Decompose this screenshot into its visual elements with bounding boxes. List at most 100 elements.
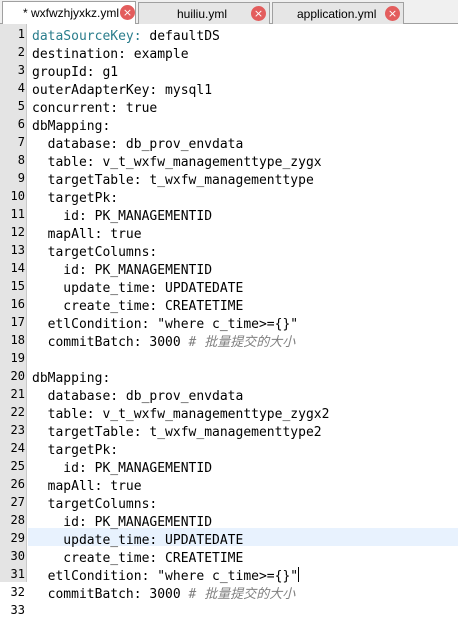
yaml-key: targetColumns: — [32, 245, 158, 260]
code-line: targetColumns: — [32, 493, 158, 512]
line-number: 14 — [10, 261, 25, 275]
line-number: 9 — [17, 171, 25, 185]
line-number: 17 — [10, 315, 25, 329]
line-number: 32 — [10, 585, 25, 599]
yaml-key: commitBatch: — [32, 335, 142, 350]
yaml-key: id: — [32, 515, 87, 530]
yaml-key: mapAll: — [32, 227, 103, 242]
yaml-key: destination: — [32, 47, 126, 62]
line-number: 10 — [10, 189, 25, 203]
close-icon[interactable]: × — [120, 5, 135, 20]
line-number: 22 — [10, 405, 25, 419]
line-number: 29 — [10, 531, 25, 545]
yaml-key: table: — [32, 407, 95, 422]
code-line: targetPk: — [32, 187, 118, 206]
code-line: mapAll: true — [32, 475, 142, 494]
yaml-key: targetTable: — [32, 425, 142, 440]
yaml-value: t_wxfw_managementtype — [141, 173, 314, 188]
code-line: destination: example — [32, 43, 189, 62]
yaml-value: 3000 — [141, 335, 189, 350]
yaml-key: groupId: — [32, 65, 95, 80]
yaml-key: dbMapping: — [32, 371, 111, 386]
line-number: 28 — [10, 513, 25, 527]
code-line: id: PK_MANAGEMENTID — [32, 457, 213, 476]
line-number: 31 — [10, 567, 25, 581]
code-line: commitBatch: 3000 # 批量提交的大小 — [32, 583, 296, 602]
yaml-value: true — [102, 227, 142, 242]
yaml-value: "where c_time>={}" — [149, 317, 299, 332]
line-number: 23 — [10, 423, 25, 437]
code-line: create_time: CREATETIME — [32, 547, 243, 566]
yaml-key: mapAll: — [32, 479, 103, 494]
line-number: 12 — [10, 225, 25, 239]
yaml-value: PK_MANAGEMENTID — [86, 263, 213, 278]
yaml-value: UPDATEDATE — [157, 533, 244, 548]
line-number: 15 — [10, 279, 25, 293]
tab-label: huiliu.yml — [177, 7, 228, 21]
code-line: dbMapping: — [32, 367, 111, 386]
yaml-value: g1 — [94, 65, 119, 80]
code-line: targetColumns: — [32, 241, 158, 260]
yaml-key: outerAdapterKey: — [32, 83, 158, 98]
tab-application[interactable]: application.yml × — [272, 2, 404, 24]
line-number: 33 — [10, 603, 25, 617]
line-number: 24 — [10, 441, 25, 455]
yaml-value: CREATETIME — [157, 299, 244, 314]
code-line: table: v_t_wxfw_managementtype_zygx2 — [32, 403, 330, 422]
yaml-key: targetTable: — [32, 173, 142, 188]
line-number: 13 — [10, 243, 25, 257]
yaml-key: id: — [32, 209, 87, 224]
line-number: 18 — [10, 333, 25, 347]
line-number: 7 — [17, 135, 25, 149]
yaml-key: table: — [32, 155, 95, 170]
yaml-value: example — [125, 47, 189, 62]
yaml-key: update_time: — [32, 281, 158, 296]
close-icon[interactable]: × — [385, 6, 400, 21]
line-number: 25 — [10, 459, 25, 473]
code-line: etlCondition: "where c_time>={}" — [32, 565, 300, 584]
yaml-value: PK_MANAGEMENTID — [86, 209, 213, 224]
yaml-key: id: — [32, 461, 87, 476]
yaml-key: etlCondition: — [32, 317, 150, 332]
code-line: database: db_prov_envdata — [32, 385, 244, 404]
code-line: dbMapping: — [32, 115, 111, 134]
code-line: update_time: UPDATEDATE — [32, 529, 244, 548]
yaml-value: t_wxfw_managementtype2 — [141, 425, 322, 440]
code-line: targetTable: t_wxfw_managementtype2 — [32, 421, 322, 440]
line-number: 2 — [17, 45, 25, 59]
yaml-value: db_prov_envdata — [118, 137, 244, 152]
line-number: 26 — [10, 477, 25, 491]
yaml-value: PK_MANAGEMENTID — [86, 461, 213, 476]
yaml-key: id: — [32, 263, 87, 278]
line-number: 16 — [10, 297, 25, 311]
code-line: commitBatch: 3000 # 批量提交的大小 — [32, 331, 296, 350]
tab-huiliu[interactable]: huiliu.yml × — [138, 2, 270, 24]
code-line: dataSourceKey: defaultDS — [32, 25, 220, 44]
code-line: mapAll: true — [32, 223, 142, 242]
line-number: 5 — [17, 99, 25, 113]
yaml-key: update_time: — [32, 533, 158, 548]
code-line: create_time: CREATETIME — [32, 295, 244, 314]
line-number: 1 — [17, 27, 25, 41]
yaml-key: create_time: — [32, 299, 158, 314]
yaml-key: targetColumns: — [32, 497, 158, 512]
yaml-value: true — [118, 101, 158, 116]
line-number: 19 — [10, 351, 25, 365]
yaml-comment: # 批量提交的大小 — [188, 335, 296, 350]
tab-wxfwzhjyxkz[interactable]: * wxfwzhjyxkz.yml × — [2, 1, 136, 24]
code-editor[interactable]: 1 dataSourceKey: defaultDS 2 destination: e… — [0, 24, 458, 617]
yaml-value: db_prov_envdata — [118, 389, 244, 404]
line-number: 6 — [17, 117, 25, 131]
line-number: 30 — [10, 549, 25, 563]
yaml-key: create_time: — [32, 551, 158, 566]
yaml-value: defaultDS — [141, 29, 220, 44]
line-number: 11 — [10, 207, 25, 221]
code-line: targetPk: — [32, 439, 119, 458]
yaml-value: mysql1 — [157, 83, 213, 98]
yaml-comment: # 批量提交的大小 — [188, 587, 296, 602]
yaml-key: dbMapping: — [32, 119, 111, 134]
close-icon[interactable]: × — [251, 6, 266, 21]
yaml-key: targetPk: — [32, 443, 119, 458]
code-line: id: PK_MANAGEMENTID — [32, 205, 213, 224]
code-line: groupId: g1 — [32, 61, 119, 80]
